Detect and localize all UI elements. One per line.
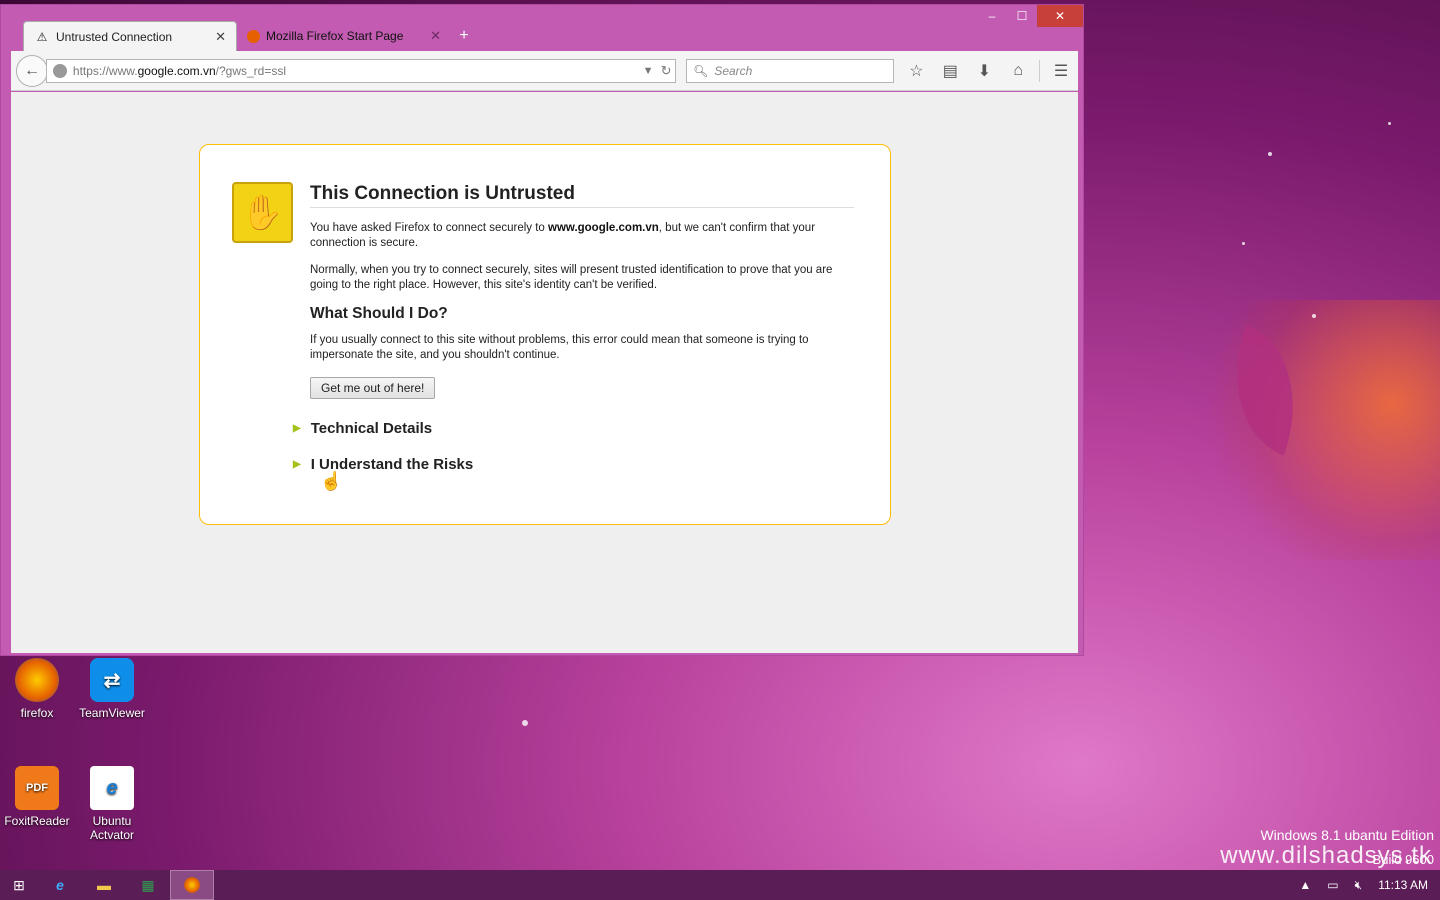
teamviewer-icon: ⇄ bbox=[90, 658, 134, 702]
tab-label: Untrusted Connection bbox=[56, 29, 173, 44]
home-icon[interactable]: ⌂ bbox=[1001, 58, 1035, 84]
expand-arrow-icon: ▶ bbox=[293, 423, 301, 434]
os-edition-text: Windows 8.1 ubantu Edition bbox=[1260, 827, 1434, 843]
desktop-icon-label: firefox bbox=[20, 706, 54, 720]
warning-icon: ⚠ bbox=[36, 29, 48, 44]
url-host: google.com.vn bbox=[137, 63, 216, 78]
close-window-button[interactable]: ✕ bbox=[1037, 5, 1083, 27]
url-prefix: https://www. bbox=[72, 63, 138, 78]
minimize-button[interactable]: – bbox=[977, 5, 1007, 27]
clock[interactable]: 11:13 AM bbox=[1378, 878, 1428, 892]
bookmark-star-icon[interactable]: ☆ bbox=[900, 58, 934, 84]
firefox-icon bbox=[184, 877, 200, 893]
system-tray: ▲ ▭ 🔇︎ 11:13 AM bbox=[1283, 870, 1428, 900]
desktop-icon-teamviewer[interactable]: ⇄ TeamViewer bbox=[76, 658, 148, 720]
desktop-star bbox=[1242, 242, 1245, 245]
desktop-star bbox=[1388, 122, 1391, 125]
url-path: /?gws_rd=ssl bbox=[215, 63, 287, 78]
file-explorer-icon[interactable]: ▬ bbox=[82, 870, 126, 900]
search-placeholder: Search bbox=[714, 63, 753, 78]
section-heading: What Should I Do? bbox=[310, 305, 448, 322]
error-p1-host: www.google.com.vn bbox=[548, 222, 659, 234]
url-bar[interactable]: https://www. google.com.vn/?gws_rd=ssl ▼ … bbox=[45, 58, 677, 83]
search-icon: 🔍︎ bbox=[693, 63, 709, 78]
desktop-star bbox=[1268, 152, 1272, 156]
internet-explorer-icon: e bbox=[90, 766, 134, 810]
page-content: ✋ This Connection is Untrusted You have … bbox=[11, 92, 1078, 653]
back-button[interactable]: ← bbox=[16, 54, 48, 87]
error-panel: ✋ This Connection is Untrusted You have … bbox=[199, 144, 891, 525]
desktop-icon-label: Ubuntu Actvator bbox=[89, 814, 134, 842]
desktop-star bbox=[522, 720, 528, 726]
new-tab-button[interactable]: + bbox=[451, 21, 477, 51]
volume-muted-icon[interactable]: 🔇︎ bbox=[1355, 878, 1363, 893]
error-paragraph-3: If you usually connect to this site with… bbox=[310, 334, 809, 361]
firefox-icon bbox=[247, 29, 260, 43]
bookmarks-menu-icon[interactable]: ▤ bbox=[933, 58, 967, 84]
desktop-star bbox=[1312, 314, 1316, 318]
tab-firefox-start-page[interactable]: Mozilla Firefox Start Page ✕ bbox=[237, 21, 451, 51]
dropdown-arrow-icon[interactable]: ▼ bbox=[639, 65, 657, 77]
network-icon[interactable]: ▭ bbox=[1327, 878, 1338, 892]
os-build-text: Build 9600 bbox=[1372, 852, 1434, 867]
desktop-icon-label: FoxitReader bbox=[4, 814, 70, 828]
navigation-toolbar: ← https://www. google.com.vn/?gws_rd=ssl … bbox=[11, 51, 1078, 91]
internet-explorer-icon[interactable]: e bbox=[38, 870, 82, 900]
tab-label: Mozilla Firefox Start Page bbox=[266, 29, 404, 43]
error-p1-text: You have asked Firefox to connect secure… bbox=[310, 222, 549, 234]
error-paragraph-1: You have asked Firefox to connect secure… bbox=[310, 221, 854, 251]
windows-start-icon[interactable]: ⊞ bbox=[0, 870, 38, 900]
search-input[interactable]: 🔍︎ Search bbox=[686, 58, 894, 83]
security-officer-icon: ✋ bbox=[232, 182, 293, 243]
spreadsheet-icon[interactable]: ▦ bbox=[126, 870, 170, 900]
globe-icon bbox=[52, 63, 67, 78]
reload-icon[interactable]: ↻ bbox=[657, 63, 675, 79]
page-title: This Connection is Untrusted bbox=[310, 183, 854, 208]
desktop-icon-ubuntu-activator[interactable]: e Ubuntu Actvator bbox=[76, 766, 148, 842]
download-icon[interactable]: ⬇ bbox=[967, 58, 1001, 84]
pdf-icon: PDF bbox=[15, 766, 59, 810]
tab-bar: ⚠ Untrusted Connection ✕ Mozilla Firefox… bbox=[23, 21, 477, 51]
tab-close-icon[interactable]: ✕ bbox=[430, 28, 441, 44]
window-controls: – ☐ ✕ bbox=[977, 5, 1083, 27]
back-arrow-icon: ← bbox=[23, 61, 40, 79]
desktop-icon-firefox[interactable]: firefox bbox=[1, 658, 73, 720]
get-me-out-button[interactable]: Get me out of here! bbox=[310, 377, 436, 399]
error-paragraph-2: Normally, when you try to connect secure… bbox=[310, 264, 833, 291]
expander-label: Technical Details bbox=[310, 420, 433, 437]
firefox-taskbar-icon[interactable] bbox=[170, 870, 214, 900]
show-hidden-icons-icon[interactable]: ▲ bbox=[1299, 878, 1311, 892]
expand-arrow-icon: ▶ bbox=[293, 459, 301, 470]
technical-details-expander[interactable]: ▶ Technical Details bbox=[293, 420, 432, 437]
tab-untrusted-connection[interactable]: ⚠ Untrusted Connection ✕ bbox=[23, 21, 237, 51]
desktop-icon-label: TeamViewer bbox=[79, 706, 145, 720]
desktop-glow bbox=[1200, 300, 1440, 560]
firefox-window: – ☐ ✕ ⚠ Untrusted Connection ✕ Mozilla F… bbox=[0, 4, 1084, 656]
taskbar: ⊞ e ▬ ▦ ▲ ▭ 🔇︎ 11:13 AM bbox=[0, 870, 1440, 900]
firefox-icon bbox=[15, 658, 59, 702]
hand-cursor-icon: ☝ bbox=[320, 471, 343, 491]
hamburger-menu-icon[interactable]: ☰ bbox=[1044, 58, 1078, 84]
error-text: This Connection is Untrusted You have as… bbox=[310, 183, 854, 399]
tab-close-icon[interactable]: ✕ bbox=[215, 29, 226, 45]
desktop-icon-foxitreader[interactable]: PDF FoxitReader bbox=[1, 766, 73, 828]
toolbar-divider bbox=[1039, 59, 1041, 82]
maximize-button[interactable]: ☐ bbox=[1007, 5, 1037, 27]
